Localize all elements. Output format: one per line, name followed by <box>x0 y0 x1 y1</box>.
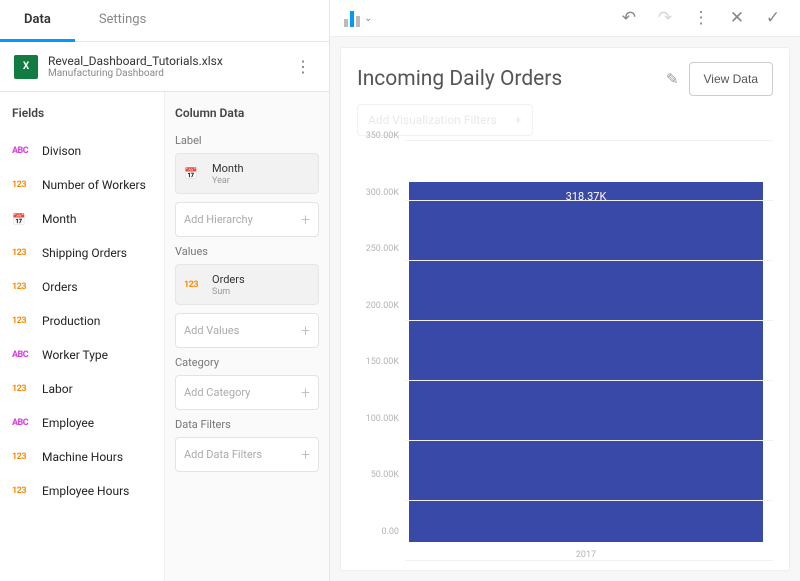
view-data-button[interactable]: View Data <box>689 62 773 96</box>
gridline <box>405 140 773 141</box>
add-data-filters-button[interactable]: Add Data Filters + <box>175 437 319 472</box>
undo-button[interactable]: ↶ <box>616 8 642 28</box>
datasource-row[interactable]: X Reveal_Dashboard_Tutorials.xlsx Manufa… <box>0 42 329 92</box>
excel-file-icon: X <box>14 55 38 79</box>
gridline <box>405 380 773 381</box>
datasource-filename: Reveal_Dashboard_Tutorials.xlsx <box>48 54 281 68</box>
field-item[interactable]: 123 Number of Workers <box>12 168 158 202</box>
left-tabs: Data Settings <box>0 0 329 42</box>
y-tick-label: 250.00K <box>366 244 399 254</box>
y-tick-label: 350.00K <box>366 131 399 141</box>
field-label: Month <box>42 212 76 226</box>
viz-title: Incoming Daily Orders <box>357 67 656 91</box>
field-label: Number of Workers <box>42 178 146 192</box>
datasource-menu-icon[interactable]: ⋮ <box>291 57 315 76</box>
values-field-name: Orders <box>212 273 245 286</box>
field-item[interactable]: ABC Employee <box>12 406 158 440</box>
number-field-icon: 123 <box>184 280 206 290</box>
date-field-icon: 📅 <box>12 213 34 226</box>
field-item[interactable]: 123 Orders <box>12 270 158 304</box>
field-label: Orders <box>42 280 78 294</box>
number-field-icon: 123 <box>12 316 34 326</box>
field-label: Production <box>42 314 100 328</box>
gridline <box>405 560 773 561</box>
category-section-title: Category <box>175 356 319 369</box>
close-button[interactable]: ✕ <box>724 8 750 28</box>
field-item[interactable]: ABC Divison <box>12 134 158 168</box>
viz-toolbar: ⌄ ↶ ↷ ⋮ ✕ ✓ <box>330 0 800 37</box>
text-field-icon: ABC <box>12 146 34 156</box>
number-field-icon: 123 <box>12 180 34 190</box>
plus-icon: + <box>301 210 310 229</box>
label-field-pill[interactable]: 📅 Month Year <box>175 153 319 194</box>
column-data-title: Column Data <box>175 106 319 120</box>
datasource-sheet: Manufacturing Dashboard <box>48 68 281 79</box>
gridline <box>405 200 773 201</box>
fields-title: Fields <box>12 106 158 120</box>
number-field-icon: 123 <box>12 452 34 462</box>
field-item[interactable]: 123 Shipping Orders <box>12 236 158 270</box>
field-item[interactable]: 123 Machine Hours <box>12 440 158 474</box>
field-label: Employee <box>42 416 94 430</box>
add-category-button[interactable]: Add Category + <box>175 375 319 410</box>
filters-section-title: Data Filters <box>175 418 319 431</box>
chevron-down-icon: ⌄ <box>364 13 372 24</box>
y-tick-label: 100.00K <box>366 414 399 424</box>
y-tick-label: 0.00 <box>381 527 399 537</box>
field-item[interactable]: 123 Employee Hours <box>12 474 158 508</box>
tab-data[interactable]: Data <box>0 0 75 42</box>
field-item[interactable]: 123 Labor <box>12 372 158 406</box>
x-axis-label: 2017 <box>405 550 767 560</box>
plus-icon: + <box>301 383 310 402</box>
values-field-pill[interactable]: 123 Orders Sum <box>175 264 319 305</box>
plus-icon: + <box>301 445 310 464</box>
text-field-icon: ABC <box>12 418 34 428</box>
confirm-button[interactable]: ✓ <box>760 8 786 28</box>
overflow-menu-icon[interactable]: ⋮ <box>688 8 714 28</box>
plus-icon: + <box>515 113 522 127</box>
visualization-card: Incoming Daily Orders ✎ View Data Add Vi… <box>340 47 790 571</box>
bar-chart-icon <box>344 9 360 27</box>
number-field-icon: 123 <box>12 486 34 496</box>
chart-area: 0.00 50.00K 100.00K 150.00K 200.00K 250.00K 30… <box>357 140 773 560</box>
calendar-icon: 📅 <box>184 167 206 180</box>
values-field-agg: Sum <box>212 287 310 297</box>
column-data-panel: Column Data Label 📅 Month Year Add Hiera… <box>164 92 329 581</box>
edit-title-icon[interactable]: ✎ <box>666 70 679 88</box>
y-tick-label: 200.00K <box>366 301 399 311</box>
chart-bar[interactable]: 318.37K <box>409 182 763 542</box>
field-label: Machine Hours <box>42 450 123 464</box>
redo-button[interactable]: ↷ <box>652 8 678 28</box>
label-field-name: Month <box>212 162 244 175</box>
number-field-icon: 123 <box>12 248 34 258</box>
fields-panel: Fields ABC Divison 123 Number of Workers 📅 Mo… <box>0 92 164 581</box>
number-field-icon: 123 <box>12 384 34 394</box>
field-item[interactable]: ABC Worker Type <box>12 338 158 372</box>
label-field-agg: Year <box>212 176 310 186</box>
add-hierarchy-button[interactable]: Add Hierarchy + <box>175 202 319 237</box>
add-values-button[interactable]: Add Values + <box>175 313 319 348</box>
field-item[interactable]: 123 Production <box>12 304 158 338</box>
y-tick-label: 50.00K <box>371 470 399 480</box>
field-label: Shipping Orders <box>42 246 127 260</box>
field-label: Divison <box>42 144 81 158</box>
label-section-title: Label <box>175 134 319 147</box>
gridline <box>405 440 773 441</box>
plus-icon: + <box>301 321 310 340</box>
y-tick-label: 150.00K <box>366 357 399 367</box>
field-item[interactable]: 📅 Month <box>12 202 158 236</box>
gridline <box>405 500 773 501</box>
y-tick-label: 300.00K <box>366 188 399 198</box>
field-label: Labor <box>42 382 73 396</box>
tab-settings[interactable]: Settings <box>75 0 170 41</box>
gridline <box>405 260 773 261</box>
field-label: Employee Hours <box>42 484 129 498</box>
chart-type-selector[interactable]: ⌄ <box>344 9 372 27</box>
field-label: Worker Type <box>42 348 108 362</box>
gridline <box>405 320 773 321</box>
text-field-icon: ABC <box>12 350 34 360</box>
number-field-icon: 123 <box>12 282 34 292</box>
values-section-title: Values <box>175 245 319 258</box>
